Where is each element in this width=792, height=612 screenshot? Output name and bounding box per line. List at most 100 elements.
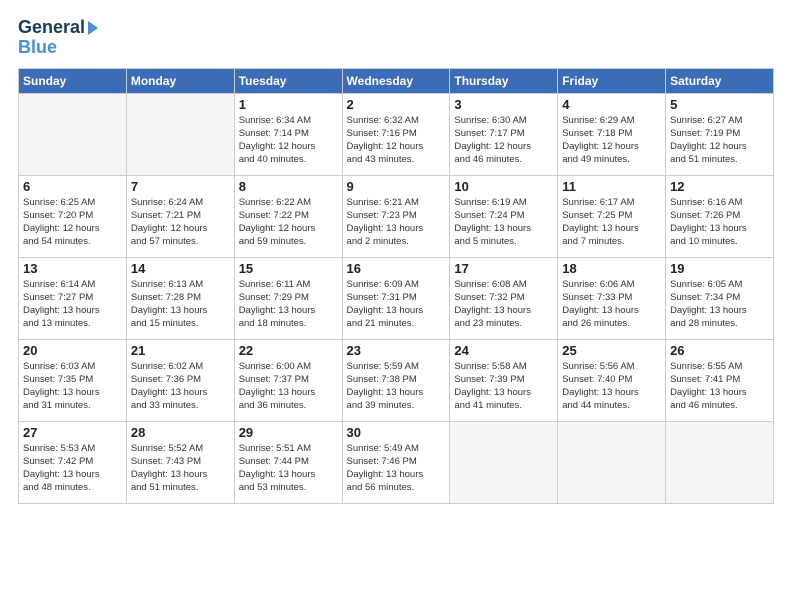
week-row-2: 6 Sunrise: 6:25 AM Sunset: 7:20 PM Daylig… xyxy=(19,175,774,257)
day-number: 8 xyxy=(239,179,338,194)
logo-line1: General xyxy=(18,18,98,38)
day-number: 20 xyxy=(23,343,122,358)
day-info: Sunrise: 6:03 AM Sunset: 7:35 PM Dayligh… xyxy=(23,360,122,413)
day-number: 13 xyxy=(23,261,122,276)
header-day-tuesday: Tuesday xyxy=(234,68,342,93)
day-number: 6 xyxy=(23,179,122,194)
day-number: 24 xyxy=(454,343,553,358)
day-number: 26 xyxy=(670,343,769,358)
calendar-cell: 10 Sunrise: 6:19 AM Sunset: 7:24 PM Dayli… xyxy=(450,175,558,257)
calendar-cell: 26Sunrise: 5:55 AM Sunset: 7:41 PM Dayli… xyxy=(666,339,774,421)
day-info: Sunrise: 5:51 AM Sunset: 7:44 PM Dayligh… xyxy=(239,442,338,495)
calendar-cell: 16 Sunrise: 6:09 AM Sunset: 7:31 PM Dayli… xyxy=(342,257,450,339)
header-row: SundayMondayTuesdayWednesdayThursdayFrid… xyxy=(19,68,774,93)
day-info: Sunrise: 6:11 AM Sunset: 7:29 PM Dayligh… xyxy=(239,278,338,331)
logo: General Blue xyxy=(18,18,98,58)
day-info: Sunrise: 6:09 AM Sunset: 7:31 PM Dayligh… xyxy=(347,278,446,331)
day-info: Sunrise: 6:34 AM Sunset: 7:14 PM Dayligh… xyxy=(239,114,338,167)
day-number: 1 xyxy=(239,97,338,112)
day-info: Sunrise: 6:30 AM Sunset: 7:17 PM Dayligh… xyxy=(454,114,553,167)
logo-text-blue: Blue xyxy=(18,38,57,58)
day-info: Sunrise: 6:13 AM Sunset: 7:28 PM Dayligh… xyxy=(131,278,230,331)
day-number: 12 xyxy=(670,179,769,194)
day-info: Sunrise: 5:53 AM Sunset: 7:42 PM Dayligh… xyxy=(23,442,122,495)
calendar-cell: 13 Sunrise: 6:14 AM Sunset: 7:27 PM Dayli… xyxy=(19,257,127,339)
calendar-cell: 9Sunrise: 6:21 AM Sunset: 7:23 PM Daylig… xyxy=(342,175,450,257)
day-number: 18 xyxy=(562,261,661,276)
calendar-cell: 4 Sunrise: 6:29 AM Sunset: 7:18 PM Daylig… xyxy=(558,93,666,175)
week-row-3: 13 Sunrise: 6:14 AM Sunset: 7:27 PM Dayli… xyxy=(19,257,774,339)
day-number: 11 xyxy=(562,179,661,194)
calendar-cell: 1 Sunrise: 6:34 AM Sunset: 7:14 PM Daylig… xyxy=(234,93,342,175)
calendar-cell: 12 Sunrise: 6:16 AM Sunset: 7:26 PM Dayli… xyxy=(666,175,774,257)
day-number: 22 xyxy=(239,343,338,358)
header-day-monday: Monday xyxy=(126,68,234,93)
day-number: 17 xyxy=(454,261,553,276)
day-info: Sunrise: 6:24 AM Sunset: 7:21 PM Dayligh… xyxy=(131,196,230,249)
page: General Blue SundayMondayTuesdayWednesda… xyxy=(0,0,792,612)
day-info: Sunrise: 6:14 AM Sunset: 7:27 PM Dayligh… xyxy=(23,278,122,331)
day-info: Sunrise: 5:49 AM Sunset: 7:46 PM Dayligh… xyxy=(347,442,446,495)
day-number: 7 xyxy=(131,179,230,194)
header-day-friday: Friday xyxy=(558,68,666,93)
calendar-cell: 25 Sunrise: 5:56 AM Sunset: 7:40 PM Dayli… xyxy=(558,339,666,421)
day-number: 4 xyxy=(562,97,661,112)
day-number: 19 xyxy=(670,261,769,276)
day-number: 10 xyxy=(454,179,553,194)
day-info: Sunrise: 5:58 AM Sunset: 7:39 PM Dayligh… xyxy=(454,360,553,413)
header-day-sunday: Sunday xyxy=(19,68,127,93)
day-number: 23 xyxy=(347,343,446,358)
calendar-cell xyxy=(558,421,666,503)
day-info: Sunrise: 6:02 AM Sunset: 7:36 PM Dayligh… xyxy=(131,360,230,413)
day-number: 14 xyxy=(131,261,230,276)
calendar-cell: 2Sunrise: 6:32 AM Sunset: 7:16 PM Daylig… xyxy=(342,93,450,175)
header-day-wednesday: Wednesday xyxy=(342,68,450,93)
logo-text-general: General xyxy=(18,18,85,38)
week-row-1: 1 Sunrise: 6:34 AM Sunset: 7:14 PM Daylig… xyxy=(19,93,774,175)
day-info: Sunrise: 6:00 AM Sunset: 7:37 PM Dayligh… xyxy=(239,360,338,413)
calendar-cell: 7 Sunrise: 6:24 AM Sunset: 7:21 PM Daylig… xyxy=(126,175,234,257)
day-info: Sunrise: 6:27 AM Sunset: 7:19 PM Dayligh… xyxy=(670,114,769,167)
calendar: SundayMondayTuesdayWednesdayThursdayFrid… xyxy=(18,68,774,504)
day-info: Sunrise: 6:08 AM Sunset: 7:32 PM Dayligh… xyxy=(454,278,553,331)
week-row-5: 27Sunrise: 5:53 AM Sunset: 7:42 PM Dayli… xyxy=(19,421,774,503)
day-info: Sunrise: 5:56 AM Sunset: 7:40 PM Dayligh… xyxy=(562,360,661,413)
calendar-cell: 3 Sunrise: 6:30 AM Sunset: 7:17 PM Daylig… xyxy=(450,93,558,175)
header-day-thursday: Thursday xyxy=(450,68,558,93)
day-info: Sunrise: 6:16 AM Sunset: 7:26 PM Dayligh… xyxy=(670,196,769,249)
day-info: Sunrise: 6:17 AM Sunset: 7:25 PM Dayligh… xyxy=(562,196,661,249)
calendar-cell: 29 Sunrise: 5:51 AM Sunset: 7:44 PM Dayli… xyxy=(234,421,342,503)
day-number: 5 xyxy=(670,97,769,112)
day-info: Sunrise: 6:22 AM Sunset: 7:22 PM Dayligh… xyxy=(239,196,338,249)
day-number: 3 xyxy=(454,97,553,112)
day-info: Sunrise: 5:59 AM Sunset: 7:38 PM Dayligh… xyxy=(347,360,446,413)
calendar-cell: 20 Sunrise: 6:03 AM Sunset: 7:35 PM Dayli… xyxy=(19,339,127,421)
calendar-cell: 19 Sunrise: 6:05 AM Sunset: 7:34 PM Dayli… xyxy=(666,257,774,339)
day-info: Sunrise: 6:19 AM Sunset: 7:24 PM Dayligh… xyxy=(454,196,553,249)
calendar-cell: 11 Sunrise: 6:17 AM Sunset: 7:25 PM Dayli… xyxy=(558,175,666,257)
calendar-cell: 28Sunrise: 5:52 AM Sunset: 7:43 PM Dayli… xyxy=(126,421,234,503)
calendar-cell: 6 Sunrise: 6:25 AM Sunset: 7:20 PM Daylig… xyxy=(19,175,127,257)
day-number: 2 xyxy=(347,97,446,112)
calendar-cell: 8 Sunrise: 6:22 AM Sunset: 7:22 PM Daylig… xyxy=(234,175,342,257)
day-number: 29 xyxy=(239,425,338,440)
day-info: Sunrise: 6:21 AM Sunset: 7:23 PM Dayligh… xyxy=(347,196,446,249)
calendar-cell xyxy=(19,93,127,175)
day-number: 25 xyxy=(562,343,661,358)
calendar-cell: 27Sunrise: 5:53 AM Sunset: 7:42 PM Dayli… xyxy=(19,421,127,503)
week-row-4: 20 Sunrise: 6:03 AM Sunset: 7:35 PM Dayli… xyxy=(19,339,774,421)
calendar-cell xyxy=(126,93,234,175)
header: General Blue xyxy=(18,18,774,58)
day-number: 21 xyxy=(131,343,230,358)
calendar-cell: 22 Sunrise: 6:00 AM Sunset: 7:37 PM Dayli… xyxy=(234,339,342,421)
day-info: Sunrise: 6:05 AM Sunset: 7:34 PM Dayligh… xyxy=(670,278,769,331)
day-info: Sunrise: 6:29 AM Sunset: 7:18 PM Dayligh… xyxy=(562,114,661,167)
day-info: Sunrise: 6:06 AM Sunset: 7:33 PM Dayligh… xyxy=(562,278,661,331)
calendar-cell: 30Sunrise: 5:49 AM Sunset: 7:46 PM Dayli… xyxy=(342,421,450,503)
day-number: 16 xyxy=(347,261,446,276)
calendar-cell xyxy=(666,421,774,503)
day-info: Sunrise: 6:25 AM Sunset: 7:20 PM Dayligh… xyxy=(23,196,122,249)
calendar-cell: 18 Sunrise: 6:06 AM Sunset: 7:33 PM Dayli… xyxy=(558,257,666,339)
calendar-cell: 5 Sunrise: 6:27 AM Sunset: 7:19 PM Daylig… xyxy=(666,93,774,175)
calendar-cell: 14 Sunrise: 6:13 AM Sunset: 7:28 PM Dayli… xyxy=(126,257,234,339)
